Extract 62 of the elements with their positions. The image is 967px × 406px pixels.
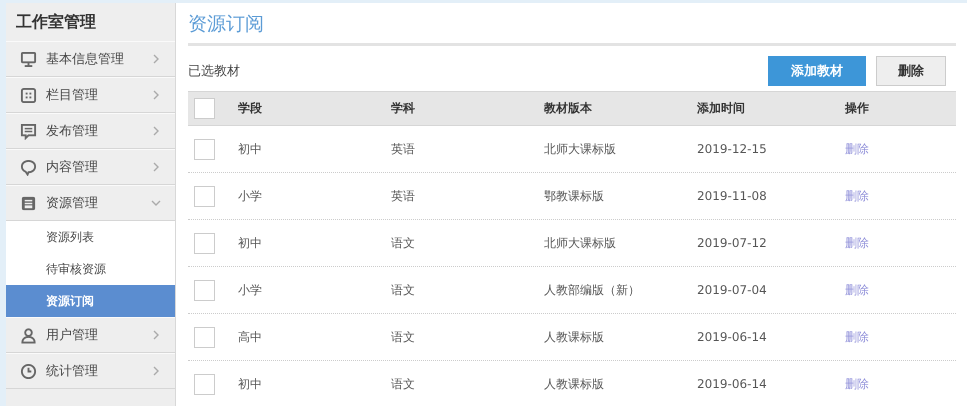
menu-item[interactable]: 统计管理 <box>6 353 175 389</box>
table-cell: 2019-07-04 <box>697 283 767 297</box>
table-cell: 2019-11-08 <box>697 189 767 203</box>
table-cell: 人教课标版 <box>544 330 604 344</box>
speech-bubble-icon <box>20 158 37 176</box>
table-cell: 英语 <box>391 188 415 202</box>
page-title: 资源订阅 <box>188 3 956 46</box>
checkbox[interactable] <box>194 186 215 206</box>
section-label: 已选教材 <box>188 62 240 80</box>
checkbox[interactable] <box>194 98 215 119</box>
table-cell: 人教部编版（新） <box>544 282 640 296</box>
menu-item[interactable]: 栏目管理 <box>6 77 175 113</box>
chevron-right-icon <box>151 162 161 172</box>
column-header: 学科 <box>391 101 415 115</box>
table-cell: 2019-07-12 <box>697 236 767 250</box>
submenu-item[interactable]: 待审核资源 <box>6 253 175 285</box>
table-cell: 英语 <box>391 142 415 156</box>
table-cell: 2019-06-14 <box>697 330 767 344</box>
menu-item[interactable]: 发布管理 <box>6 113 175 149</box>
tray-icon <box>20 194 37 212</box>
menu-item[interactable]: 用户管理 <box>6 317 175 353</box>
sidebar-title: 工作室管理 <box>15 11 97 33</box>
clock-icon <box>20 362 37 380</box>
table-cell: 语文 <box>391 236 415 250</box>
table-cell: 高中 <box>238 330 262 344</box>
monitor-icon <box>20 50 37 68</box>
table-cell: 初中 <box>238 376 262 390</box>
table-cell: 语文 <box>391 376 415 390</box>
chevron-right-icon <box>151 126 161 136</box>
table-cell: 初中 <box>238 236 262 250</box>
checkbox[interactable] <box>194 280 215 300</box>
delete-button[interactable]: 删除 <box>876 56 946 86</box>
table-cell: 2019-12-15 <box>697 142 767 156</box>
chevron-right-icon <box>151 366 161 376</box>
table-cell: 小学 <box>238 282 262 296</box>
chevron-right-icon <box>151 90 161 100</box>
table-cell: 鄂教课标版 <box>544 188 604 202</box>
menu-item[interactable]: 基本信息管理 <box>6 41 175 77</box>
checkbox[interactable] <box>194 232 215 254</box>
column-header: 添加时间 <box>697 101 745 115</box>
chevron-right-icon <box>151 54 161 64</box>
table-cell: 初中 <box>238 142 262 156</box>
user-icon <box>20 326 37 344</box>
checkbox[interactable] <box>194 374 215 394</box>
column-header: 操作 <box>845 101 869 115</box>
checkbox[interactable] <box>194 326 215 348</box>
chevron-right-icon <box>151 330 161 340</box>
menu-item[interactable]: 内容管理 <box>6 149 175 185</box>
table-cell: 北师大课标版 <box>544 142 616 156</box>
chevron-down-icon <box>151 198 161 208</box>
table-cell: 北师大课标版 <box>544 236 616 250</box>
column-header: 教材版本 <box>544 101 592 115</box>
table-cell: 小学 <box>238 188 262 202</box>
column-header: 学段 <box>238 101 262 115</box>
checkbox[interactable] <box>194 138 215 160</box>
table-cell: 人教课标版 <box>544 376 604 390</box>
table-cell: 语文 <box>391 330 415 344</box>
table-cell: 语文 <box>391 282 415 296</box>
grid-icon <box>20 86 37 104</box>
submenu-item[interactable]: 资源列表 <box>6 221 175 253</box>
table-cell: 2019-06-14 <box>697 377 767 391</box>
message-icon <box>20 122 37 140</box>
